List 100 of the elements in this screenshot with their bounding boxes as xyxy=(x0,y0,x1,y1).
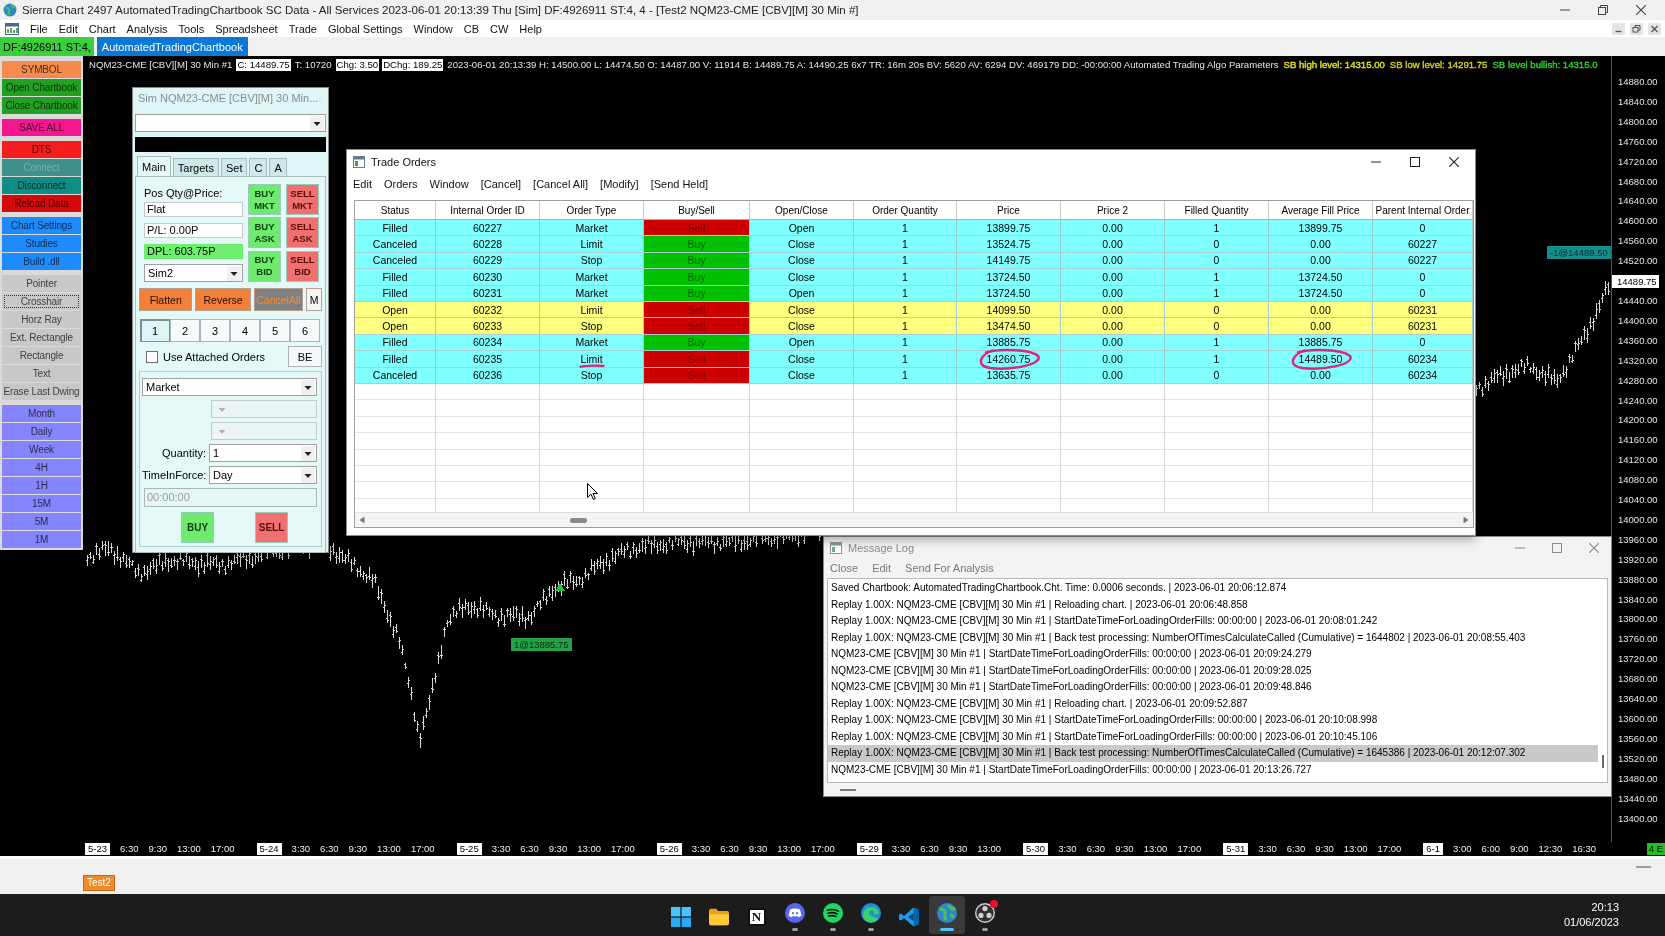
sound-waves-icon[interactable] xyxy=(822,903,843,923)
menu-item[interactable]: [Cancel All] xyxy=(533,177,589,190)
log-line[interactable]: Replay 1.00X: NQM23-CME [CBV][M] 30 Min #1 | StartDateTimeForLoadingOrderFills: 00:00:00 | 2023-06-01 20:10:45.106 xyxy=(828,728,1598,745)
log-line[interactable]: Replay 1.00X: NQM23-CME [CBV][M] 30 Min #1 | StartDateTimeForLoadingOrderFills: 00:00:00 | 2023-06-01 20:10:08.998 xyxy=(828,712,1598,729)
order-button[interactable]: SELL MKT xyxy=(286,184,319,215)
sidebar-button[interactable]: DTS xyxy=(2,141,81,158)
globe-icon[interactable] xyxy=(936,903,957,923)
menu-item[interactable]: [Cancel] xyxy=(480,177,522,190)
log-line[interactable]: Replay 1.00X: NQM23-CME [CBV][M] 30 Min #1 | Reloading chart. | 2023-06-01 20:09:52.887 xyxy=(828,695,1598,712)
clock-time[interactable]: 20:13 xyxy=(1591,900,1619,915)
quantity-preset-button[interactable]: 5 xyxy=(260,319,290,342)
log-line[interactable]: Replay 1.00X: NQM23-CME [CBV][M] 30 Min #1 | Back test processing: NumberOfTimesCalculateCalled (Cumulative) = 1644802 | 2023-06-01 20:08:55.403 xyxy=(828,629,1598,646)
menu-item[interactable]: [Send Held] xyxy=(650,177,709,190)
quantity-dropdown[interactable]: 1 xyxy=(209,444,317,462)
breakeven-button[interactable]: BE xyxy=(288,346,322,367)
log-line[interactable]: Saved Chartbook: AutomatedTradingChartbook.Cht. Time: 0.0006 seconds. | 2023-06-01 20:06:12.874 xyxy=(828,580,1598,597)
time-in-force-dropdown[interactable]: Day xyxy=(209,466,317,484)
sidebar-button[interactable]: 1H xyxy=(2,477,81,494)
panel-tab[interactable]: Main xyxy=(137,156,171,176)
menu-item[interactable]: Help xyxy=(519,22,542,35)
table-row[interactable]: Filled 60235 Limit Sell Close 1 14260.75 0.00 1 14489.50 60234 xyxy=(355,351,1473,368)
restore-icon[interactable] xyxy=(1598,5,1608,15)
sidebar-button[interactable]: Studies xyxy=(2,235,81,252)
menu-item[interactable]: Edit xyxy=(872,562,892,574)
close-icon[interactable] xyxy=(1449,156,1459,167)
checkbox[interactable] xyxy=(146,350,158,363)
sidebar-button[interactable]: Crosshair xyxy=(2,293,81,310)
sidebar-button[interactable]: 15M xyxy=(2,495,81,512)
sidebar-button[interactable]: Open Chartbook xyxy=(2,79,81,96)
action-button[interactable]: M xyxy=(306,288,322,311)
code-ribbon-icon[interactable] xyxy=(898,906,919,927)
log-line[interactable]: Replay 1.00X: NQM23-CME [CBV][M] 30 Min #1 | StartDateTimeForLoadingOrderFills: 00:00:00 | 2023-06-01 20:08:01.242 xyxy=(828,613,1598,630)
column-header[interactable]: Average Fill Price xyxy=(1269,201,1373,219)
right-arrow-icon[interactable] xyxy=(1463,516,1469,524)
table-row[interactable]: Canceled 60228 Limit Buy Close 1 13524.75 0.00 0 0.00 60227 xyxy=(355,236,1473,253)
menu-item[interactable]: Window xyxy=(413,22,453,35)
sidebar-button[interactable]: 4H xyxy=(2,459,81,476)
column-header[interactable]: Filled Quantity xyxy=(1165,201,1269,219)
sidebar-button[interactable]: Week xyxy=(2,441,81,458)
sidebar-button[interactable]: Chart Settings xyxy=(2,217,81,234)
order-button[interactable]: SELL ASK xyxy=(286,217,319,249)
quantity-preset-button[interactable]: 2 xyxy=(170,319,200,342)
panel-tab[interactable]: Targets xyxy=(172,158,219,176)
sidebar-button[interactable]: Rectangle xyxy=(2,347,81,364)
sidebar-button[interactable]: Erase Last Dwing xyxy=(2,383,81,400)
sidebar-button[interactable]: Text xyxy=(2,365,81,382)
order-button[interactable]: BUY MKT xyxy=(248,184,281,215)
menu-item[interactable]: Send For Analysis xyxy=(905,562,994,574)
column-header[interactable]: Order Type xyxy=(540,201,644,219)
panel-tab[interactable]: C xyxy=(249,158,268,176)
table-row[interactable]: Filled 60230 Market Buy Close 1 13724.50 0.00 1 13724.50 0 xyxy=(355,269,1473,286)
menu-item[interactable]: [Modify] xyxy=(600,177,639,190)
table-row[interactable]: Open 60233 Stop Sell Close 1 13474.50 0.00 0 0.00 60231 xyxy=(355,318,1473,335)
menu-item[interactable]: Chart xyxy=(88,22,116,35)
panel-tab[interactable]: A xyxy=(269,158,287,176)
action-button[interactable]: Flatten xyxy=(139,288,193,311)
order-button[interactable]: SELL BID xyxy=(286,250,319,282)
menu-item[interactable]: Window xyxy=(429,177,469,190)
quantity-preset-button[interactable]: 3 xyxy=(200,319,230,342)
log-line[interactable]: NQM23-CME [CBV][M] 30 Min #1 | StartDateTimeForLoadingOrderFills: 00:00:00 | 2023-06-01 20:13:26.727 xyxy=(828,761,1598,778)
swirl-icon[interactable] xyxy=(860,903,881,923)
chartbook-tab[interactable]: AutomatedTradingChartbook xyxy=(96,37,248,56)
menu-item[interactable]: Close xyxy=(830,562,859,574)
quantity-preset-button[interactable]: 4 xyxy=(230,319,260,342)
sell-button[interactable]: SELL xyxy=(255,512,288,543)
dropdown-field[interactable] xyxy=(135,114,326,132)
quantity-preset-button[interactable]: 1 xyxy=(140,319,170,342)
three-circles-icon[interactable] xyxy=(974,903,995,923)
horizontal-scrollbar[interactable] xyxy=(355,512,1473,527)
menu-item[interactable]: Trade xyxy=(288,22,317,35)
sidebar-button[interactable]: Build .dll xyxy=(2,253,81,270)
account-dropdown[interactable]: Sim2 xyxy=(144,264,243,282)
scroll-thumb[interactable] xyxy=(840,788,856,791)
sidebar-button[interactable]: SAVE ALL xyxy=(2,119,81,136)
sidebar-button[interactable]: Daily xyxy=(2,423,81,440)
quantity-preset-button[interactable]: 6 xyxy=(290,319,320,342)
column-header[interactable]: Status xyxy=(355,201,436,219)
order-button[interactable]: BUY ASK xyxy=(248,217,281,249)
sidebar-button[interactable]: Pointer xyxy=(2,275,81,292)
checkbox-label[interactable]: Use Attached Orders xyxy=(163,350,266,363)
sidebar-button[interactable]: Month xyxy=(2,405,81,422)
scroll-thumb[interactable] xyxy=(1601,755,1604,768)
sidebar-button[interactable]: SYMBOL xyxy=(2,61,81,78)
sidebar-button[interactable]: Disconnect xyxy=(2,177,81,194)
minimize-icon[interactable] xyxy=(1371,160,1381,163)
menu-item[interactable]: Edit xyxy=(58,22,78,35)
menu-item[interactable]: CW xyxy=(490,22,509,35)
sidebar-button[interactable]: 1M xyxy=(2,531,81,548)
panel-tab[interactable]: Set xyxy=(220,158,248,176)
log-line[interactable]: Replay 1.00X: NQM23-CME [CBV][M] 30 Min #1 | Reloading chart. | 2023-06-01 20:06:48.858 xyxy=(828,596,1598,613)
restore-icon[interactable] xyxy=(1630,22,1643,35)
table-row[interactable]: Filled 60227 Market Sell Open 1 13899.75 0.00 1 13899.75 0 xyxy=(355,220,1473,237)
windows-logo-icon[interactable] xyxy=(670,906,691,927)
column-header[interactable]: Order Quantity xyxy=(854,201,957,219)
order-type-dropdown[interactable]: Market xyxy=(142,378,317,396)
menu-item[interactable]: File xyxy=(30,22,48,35)
menu-item[interactable]: Global Settings xyxy=(328,22,403,35)
menu-item[interactable]: Edit xyxy=(353,177,372,190)
order-button[interactable]: BUY BID xyxy=(248,250,281,282)
menu-item[interactable]: Analysis xyxy=(126,22,168,35)
